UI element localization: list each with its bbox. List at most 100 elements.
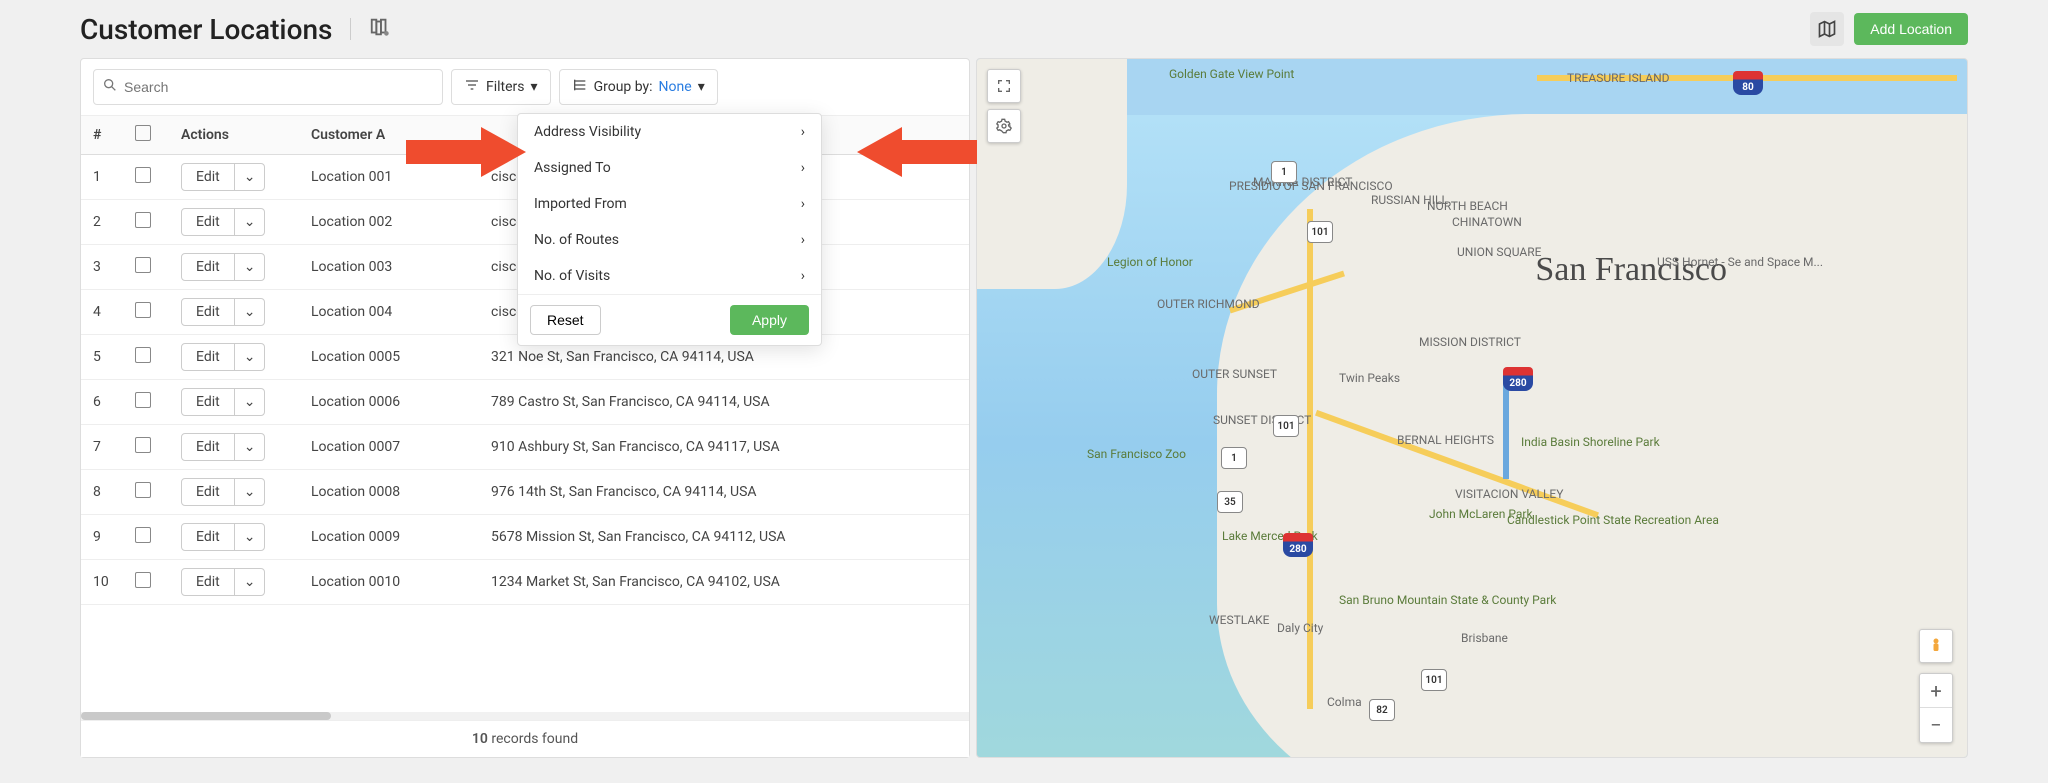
select-all-checkbox[interactable] [135, 125, 151, 141]
search-input[interactable] [124, 79, 434, 95]
map-place-label: BERNAL HEIGHTS [1397, 433, 1494, 447]
cell-num: 6 [81, 380, 123, 425]
filter-option[interactable]: Assigned To› [518, 150, 821, 186]
map-place-label: Twin Peaks [1339, 371, 1400, 385]
groupby-button[interactable]: Group by: None ▾ [559, 69, 718, 105]
locations-panel: Filters ▾ Group by: None ▾ Address Visib… [80, 58, 970, 758]
groupby-label: Group by: [594, 79, 653, 95]
filter-option[interactable]: Imported From › [518, 186, 821, 222]
route-shield: 35 [1217, 491, 1243, 513]
table-row[interactable]: 7Edit⌄Location 0007910 Ashbury St, San F… [81, 425, 969, 470]
table-row[interactable]: 10Edit⌄Location 00101234 Market St, San … [81, 560, 969, 605]
chevron-down-icon[interactable]: ⌄ [235, 479, 265, 505]
col-select[interactable] [123, 116, 169, 155]
cell-num: 9 [81, 515, 123, 560]
edit-label: Edit [182, 209, 235, 235]
edit-button[interactable]: Edit⌄ [181, 298, 265, 326]
chevron-down-icon[interactable]: ⌄ [235, 164, 265, 190]
edit-button[interactable]: Edit⌄ [181, 568, 265, 596]
row-checkbox[interactable] [135, 347, 151, 363]
cell-customer: Location 003 [299, 245, 479, 290]
cell-customer: Location 0009 [299, 515, 479, 560]
filter-option[interactable]: No. of Routes› [518, 222, 821, 258]
map-settings-button[interactable] [987, 109, 1021, 143]
edit-button[interactable]: Edit⌄ [181, 163, 265, 191]
filter-option-label: Imported From [534, 196, 627, 212]
chevron-down-icon[interactable]: ⌄ [235, 524, 265, 550]
zoom-in-button[interactable]: + [1920, 674, 1952, 708]
route-shield: 101 [1273, 415, 1299, 437]
cell-num: 10 [81, 560, 123, 605]
edit-button[interactable]: Edit⌄ [181, 478, 265, 506]
map-settings-icon[interactable] [369, 16, 391, 42]
table-row[interactable]: 9Edit⌄Location 00095678 Mission St, San … [81, 515, 969, 560]
filters-dropdown: Address Visibility›Assigned To›Imported … [517, 113, 822, 346]
map-place-label: PRESIDIO OF SAN FRANCISCO [1229, 179, 1393, 193]
edit-button[interactable]: Edit⌄ [181, 253, 265, 281]
col-actions[interactable]: Actions [169, 116, 299, 155]
filters-label: Filters [486, 79, 525, 95]
row-checkbox[interactable] [135, 527, 151, 543]
chevron-down-icon[interactable]: ⌄ [235, 299, 265, 325]
edit-button[interactable]: Edit⌄ [181, 433, 265, 461]
edit-label: Edit [182, 389, 235, 415]
add-location-button[interactable]: Add Location [1854, 13, 1968, 45]
chevron-down-icon[interactable]: ⌄ [235, 389, 265, 415]
map-poi-label: San Bruno Mountain State & County Park [1339, 593, 1556, 607]
map-place-label: VISITACION VALLEY [1455, 487, 1563, 501]
route-shield: 1 [1221, 447, 1247, 469]
row-checkbox[interactable] [135, 437, 151, 453]
map-place-label: USS Hornet - Se and Space M... [1657, 255, 1823, 269]
row-checkbox[interactable] [135, 167, 151, 183]
zoom-out-button[interactable]: − [1920, 708, 1952, 742]
chevron-down-icon: ▾ [698, 79, 705, 95]
map-panel[interactable]: San Francisco Golden Gate View PointLegi… [976, 58, 1968, 758]
edit-button[interactable]: Edit⌄ [181, 388, 265, 416]
chevron-down-icon[interactable]: ⌄ [235, 434, 265, 460]
search-box[interactable] [93, 69, 443, 105]
page-title: Customer Locations [80, 13, 332, 46]
map-poi-label: Golden Gate View Point [1169, 67, 1294, 81]
route-shield: 101 [1421, 669, 1447, 691]
cell-num: 5 [81, 335, 123, 380]
cell-num: 2 [81, 200, 123, 245]
map-toggle-button[interactable] [1810, 12, 1844, 46]
edit-button[interactable]: Edit⌄ [181, 208, 265, 236]
row-checkbox[interactable] [135, 482, 151, 498]
filter-option[interactable]: No. of Visits› [518, 258, 821, 294]
page-header: Customer Locations Add Location [80, 12, 1968, 46]
cell-address: 1234 Market St, San Francisco, CA 94102,… [479, 560, 969, 605]
edit-label: Edit [182, 524, 235, 550]
annotation-arrow-right [857, 122, 977, 186]
row-checkbox[interactable] [135, 212, 151, 228]
route-shield: 280 [1503, 367, 1533, 391]
edit-button[interactable]: Edit⌄ [181, 343, 265, 371]
edit-button[interactable]: Edit⌄ [181, 523, 265, 551]
chevron-right-icon: › [801, 196, 805, 212]
row-checkbox[interactable] [135, 257, 151, 273]
row-checkbox[interactable] [135, 392, 151, 408]
chevron-right-icon: › [801, 124, 805, 140]
apply-button[interactable]: Apply [730, 305, 809, 335]
row-checkbox[interactable] [135, 302, 151, 318]
table-row[interactable]: 8Edit⌄Location 0008976 14th St, San Fran… [81, 470, 969, 515]
chevron-down-icon[interactable]: ⌄ [235, 209, 265, 235]
horizontal-scrollbar[interactable] [81, 712, 969, 720]
table-row[interactable]: 6Edit⌄Location 0006789 Castro St, San Fr… [81, 380, 969, 425]
fullscreen-button[interactable] [987, 69, 1021, 103]
map-controls-top-left [987, 69, 1021, 143]
cell-num: 3 [81, 245, 123, 290]
reset-button[interactable]: Reset [530, 305, 601, 335]
chevron-down-icon[interactable]: ⌄ [235, 344, 265, 370]
filter-option[interactable]: Address Visibility › [518, 114, 821, 150]
streetview-pegman[interactable] [1919, 629, 1953, 663]
filters-button[interactable]: Filters ▾ [451, 69, 551, 105]
col-num[interactable]: # [81, 116, 123, 155]
edit-label: Edit [182, 479, 235, 505]
filter-option-label: Address Visibility [534, 124, 641, 140]
chevron-down-icon[interactable]: ⌄ [235, 569, 265, 595]
chevron-down-icon[interactable]: ⌄ [235, 254, 265, 280]
row-checkbox[interactable] [135, 572, 151, 588]
edit-label: Edit [182, 164, 235, 190]
filter-icon [464, 77, 480, 97]
